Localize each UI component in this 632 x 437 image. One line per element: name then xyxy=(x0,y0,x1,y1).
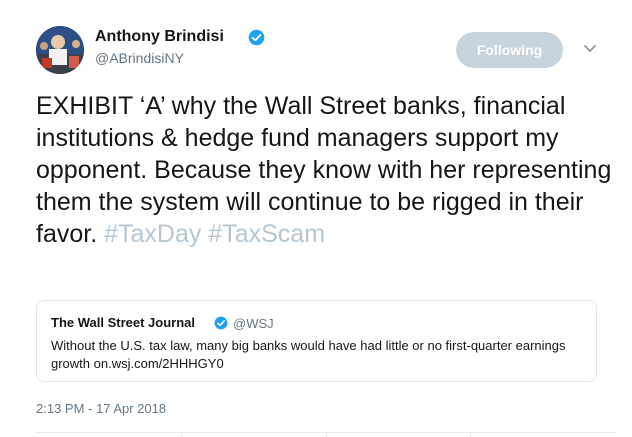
author-name[interactable]: Anthony Brindisi xyxy=(95,28,224,46)
chevron-down-icon[interactable] xyxy=(583,44,597,54)
quoted-author-handle: @WSJ xyxy=(233,316,274,331)
verified-badge-icon xyxy=(248,29,265,46)
action-separator xyxy=(470,432,471,437)
action-separator xyxy=(326,432,327,437)
quoted-author-name: The Wall Street Journal xyxy=(51,315,195,330)
author-handle[interactable]: @ABrindisiNY xyxy=(95,50,184,66)
quoted-tweet-text: Without the U.S. tax law, many big banks… xyxy=(51,338,566,371)
tweet-timestamp[interactable]: 2:13 PM - 17 Apr 2018 xyxy=(36,401,166,416)
following-button[interactable]: Following xyxy=(456,32,563,68)
avatar[interactable] xyxy=(36,26,84,74)
verified-badge-icon xyxy=(214,316,228,330)
hashtag-taxscam[interactable]: #TaxScam xyxy=(208,220,325,248)
hashtag-taxday[interactable]: #TaxDay xyxy=(104,220,201,248)
quoted-tweet-card[interactable]: The Wall Street Journal @WSJ Without the… xyxy=(36,300,597,382)
action-separator xyxy=(181,432,182,437)
tweet-text: EXHIBIT ‘A’ why the Wall Street banks, f… xyxy=(36,90,616,250)
